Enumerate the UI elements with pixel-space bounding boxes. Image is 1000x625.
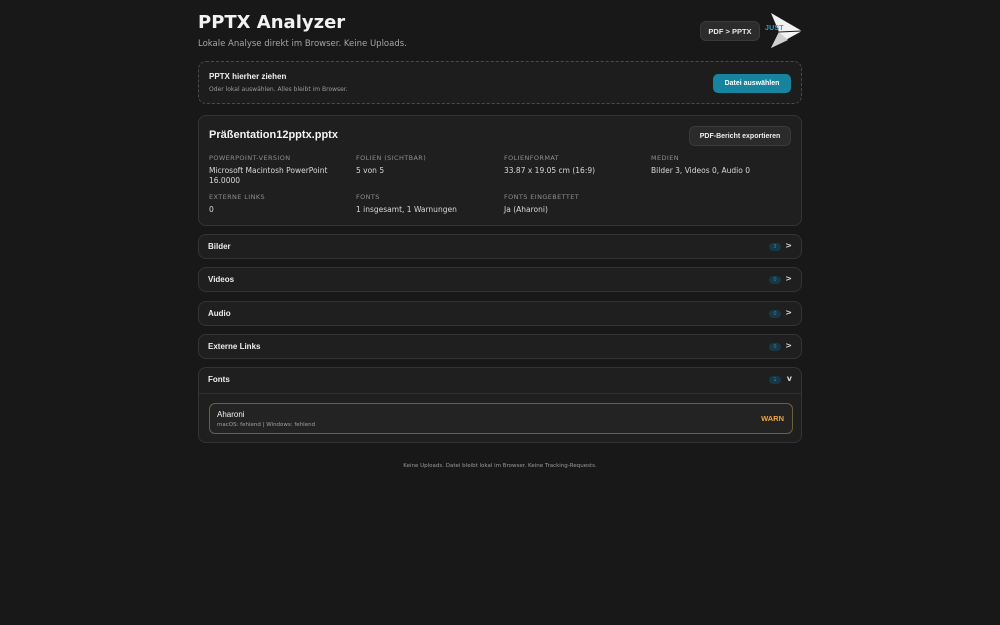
meta-label: Fonts eingebettet [504,193,580,201]
section-title: Bilder [208,242,231,251]
chevron-right-icon: > [785,274,792,283]
main-container: PPTX Analyzer Lokale Analyse direkt im B… [198,0,804,469]
section-title: Audio [208,309,231,318]
font-item: Aharoni macOS: fehlend | Windows: fehlen… [209,403,793,434]
meta-fonts: Fonts 1 insgesamt, 1 Warnungen [356,194,496,215]
meta-external-links: Externe Links 0 [209,194,349,215]
chevron-right-icon: > [785,241,792,250]
file-dropzone[interactable]: PPTX hierher ziehen Oder lokal auswählen… [198,61,802,104]
meta-label: Medien [651,154,680,162]
chevron-down-icon: v [786,374,792,383]
section-images[interactable]: Bilder 3 > [198,234,802,259]
meta-value: Bilder 3, Videos 0, Audio 0 [651,165,751,175]
meta-value: Ja (Aharoni) [504,204,548,214]
section-videos[interactable]: Videos 0 > [198,267,802,292]
header: PPTX Analyzer Lokale Analyse direkt im B… [198,0,804,60]
meta-fonts-embedded: Fonts eingebettet Ja (Aharoni) [504,194,644,215]
pdf-to-pptx-button[interactable]: PDF > PPTX [700,21,760,41]
meta-label: Fonts [356,193,380,201]
section-external-links[interactable]: Externe Links 0 > [198,334,802,359]
section-title: Externe Links [208,342,261,351]
meta-value: 5 von 5 [356,165,385,175]
file-name: Präßentation12pptx.pptx [209,129,338,141]
count-badge: 1 [769,376,781,384]
meta-value: 33.87 x 19.05 cm (16:9) [504,165,596,175]
font-name: Aharoni [217,410,245,419]
meta-label: Externe Links [209,193,266,201]
dropzone-title: PPTX hierher ziehen [209,72,287,81]
count-badge: 0 [769,276,781,284]
meta-label: PowerPoint-Version [209,154,291,162]
warning-badge: WARN [761,414,784,423]
font-status: macOS: fehlend | Windows: fehlend [217,422,316,428]
count-badge: 0 [769,343,781,351]
meta-slides-visible: Folien (sichtbar) 5 von 5 [356,155,496,176]
meta-slide-format: Folienformat 33.87 x 19.05 cm (16:9) [504,155,644,176]
meta-label: Folienformat [504,154,560,162]
section-fonts[interactable]: Fonts 1 v Aharoni macOS: fehlend | Windo… [198,367,802,443]
count-badge: 0 [769,310,781,318]
page-title: PPTX Analyzer [198,12,346,33]
section-audio[interactable]: Audio 0 > [198,301,802,326]
chevron-right-icon: > [785,341,792,350]
export-pdf-report-button[interactable]: PDF-Bericht exportieren [689,126,791,146]
section-title: Fonts [208,375,230,384]
dropzone-hint: Oder lokal auswählen. Alles bleibt im Br… [209,86,348,93]
meta-media: Medien Bilder 3, Videos 0, Audio 0 [651,155,791,176]
meta-label: Folien (sichtbar) [356,154,427,162]
meta-powerpoint-version: PowerPoint-Version Microsoft Macintosh P… [209,155,349,186]
section-title: Videos [208,275,235,284]
logo-text: JUST [765,25,784,32]
meta-value: 0 [209,204,214,214]
meta-value: Microsoft Macintosh PowerPoint 16.0000 [209,165,328,185]
meta-value: 1 insgesamt, 1 Warnungen [356,204,457,214]
page-subtitle: Lokale Analyse direkt im Browser. Keine … [198,39,407,49]
logo[interactable]: JUST [764,12,804,50]
count-badge: 3 [769,243,781,251]
chevron-right-icon: > [785,308,792,317]
divider [199,393,801,394]
choose-file-button[interactable]: Datei auswählen [713,74,791,93]
file-summary-card: Präßentation12pptx.pptx PDF-Bericht expo… [198,115,802,226]
footer-note: Keine Uploads. Datei bleibt lokal im Bro… [403,463,597,469]
app-page: PPTX Analyzer Lokale Analyse direkt im B… [0,0,1000,625]
